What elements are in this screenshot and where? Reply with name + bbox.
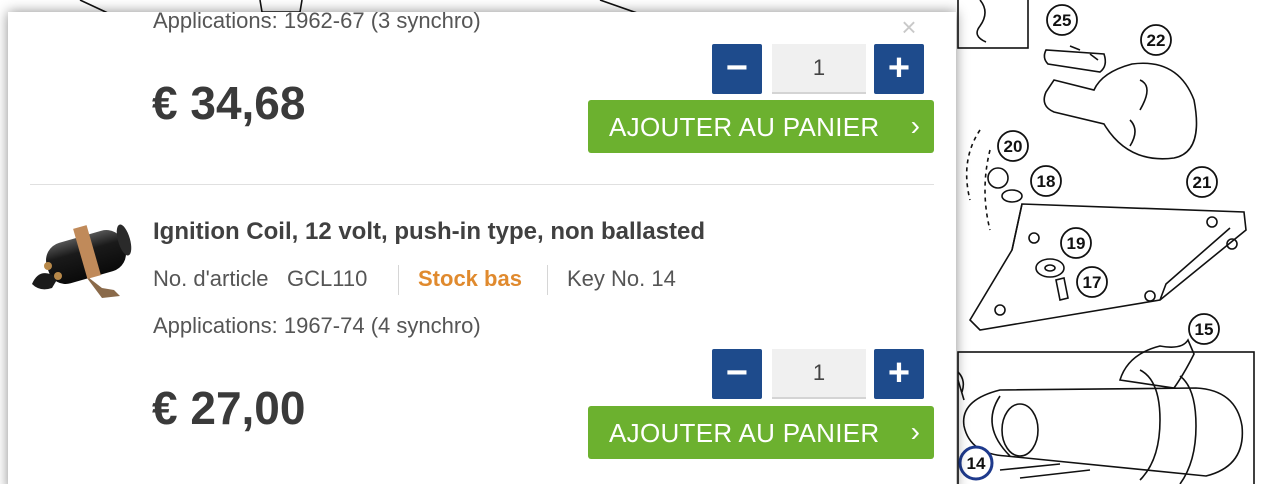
product-2-title[interactable]: Ignition Coil, 12 volt, push-in type, no… [153, 218, 705, 246]
meta-separator [398, 265, 399, 295]
product-popup: × Applications: 1962-67 (3 synchro) € 34… [8, 12, 956, 484]
article-number-value: GCL110 [287, 266, 368, 291]
minus-icon: − [725, 47, 749, 89]
product-divider [30, 184, 934, 185]
product-2-applications: Applications: 1967-74 (4 synchro) [153, 313, 481, 338]
close-icon[interactable]: × [899, 14, 919, 40]
minus-icon: − [725, 352, 749, 394]
callout-number-18: 18 [1037, 172, 1056, 191]
part-22-shape [1043, 62, 1198, 160]
part-21-shape [968, 203, 1247, 331]
article-number-label: No. d'article [153, 266, 269, 291]
product-2-qty-minus-button[interactable]: − [712, 349, 762, 399]
key-number: Key No. 14 [567, 266, 676, 291]
ignition-coil-image [32, 224, 132, 298]
callout-number-15: 15 [1195, 320, 1214, 339]
add-to-cart-label: AJOUTER AU PANIER [609, 418, 880, 448]
product-2-qty-plus-button[interactable]: + [874, 349, 924, 399]
chevron-right-icon: › [910, 416, 920, 447]
plus-icon: + [887, 352, 911, 394]
plus-icon: + [887, 47, 911, 89]
callout-number-21: 21 [1193, 173, 1212, 192]
part-19-shape [1035, 258, 1065, 278]
callout-number-17: 17 [1083, 273, 1102, 292]
product-1-add-to-cart-button[interactable]: AJOUTER AU PANIER › [588, 100, 934, 153]
add-to-cart-label: AJOUTER AU PANIER [609, 112, 880, 142]
coil-body [962, 387, 1244, 477]
product-2-add-to-cart-button[interactable]: AJOUTER AU PANIER › [588, 406, 934, 459]
stock-status-badge: Stock bas [418, 266, 522, 291]
product-1-applications: Applications: 1962-67 (3 synchro) [153, 12, 481, 33]
meta-separator [547, 265, 548, 295]
callout-number-22: 22 [1147, 31, 1166, 50]
callout-number-14: 14 [967, 454, 986, 473]
part-25-shape [1043, 49, 1107, 73]
product-1-qty-plus-button[interactable]: + [874, 44, 924, 94]
product-2-quantity-input[interactable] [772, 349, 866, 399]
callout-number-20: 20 [1004, 137, 1023, 156]
part-15-shape [1118, 338, 1195, 389]
chevron-right-icon: › [910, 110, 920, 141]
callout-number-25: 25 [1053, 11, 1072, 30]
product-1-price: € 34,68 [152, 77, 306, 129]
callout-number-19: 19 [1067, 234, 1086, 253]
product-1-qty-minus-button[interactable]: − [712, 44, 762, 94]
part-20-shape [987, 167, 1009, 189]
product-2-price: € 27,00 [152, 382, 306, 434]
product-1-quantity-input[interactable] [772, 44, 866, 94]
part-17-shape [1055, 277, 1069, 301]
